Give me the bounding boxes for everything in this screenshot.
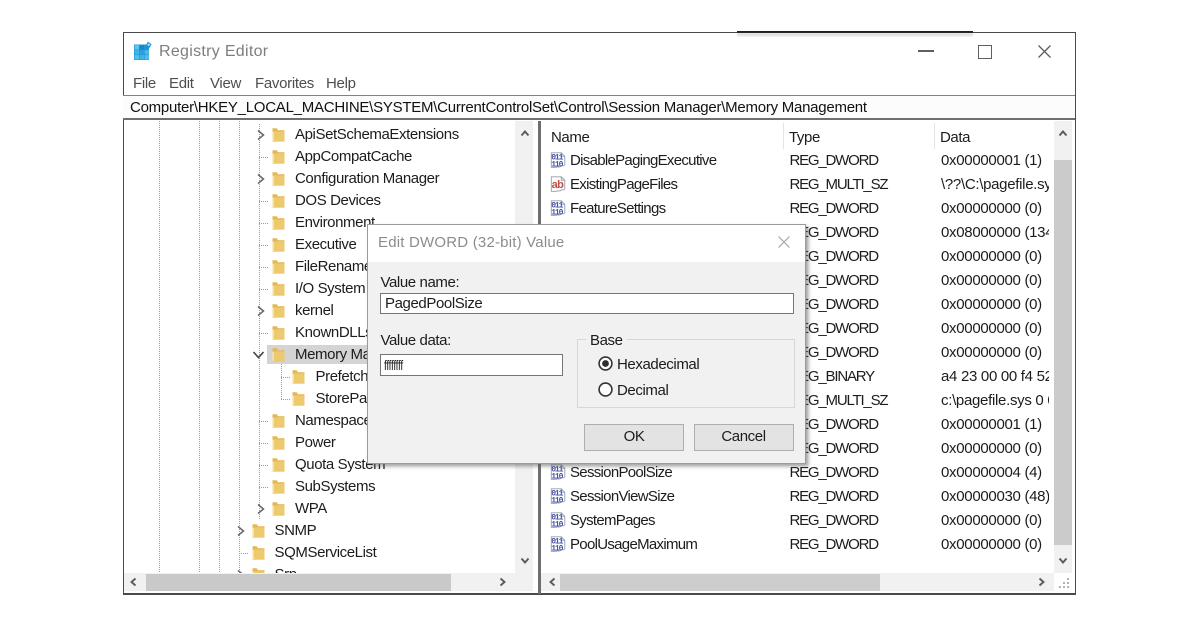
svg-text:110: 110 (551, 473, 563, 482)
svg-text:110: 110 (551, 161, 563, 170)
svg-text:110: 110 (551, 545, 563, 554)
svg-text:110: 110 (551, 497, 563, 506)
svg-text:110: 110 (551, 209, 563, 218)
svg-text:110: 110 (551, 521, 563, 530)
svg-text:ab: ab (552, 179, 565, 191)
